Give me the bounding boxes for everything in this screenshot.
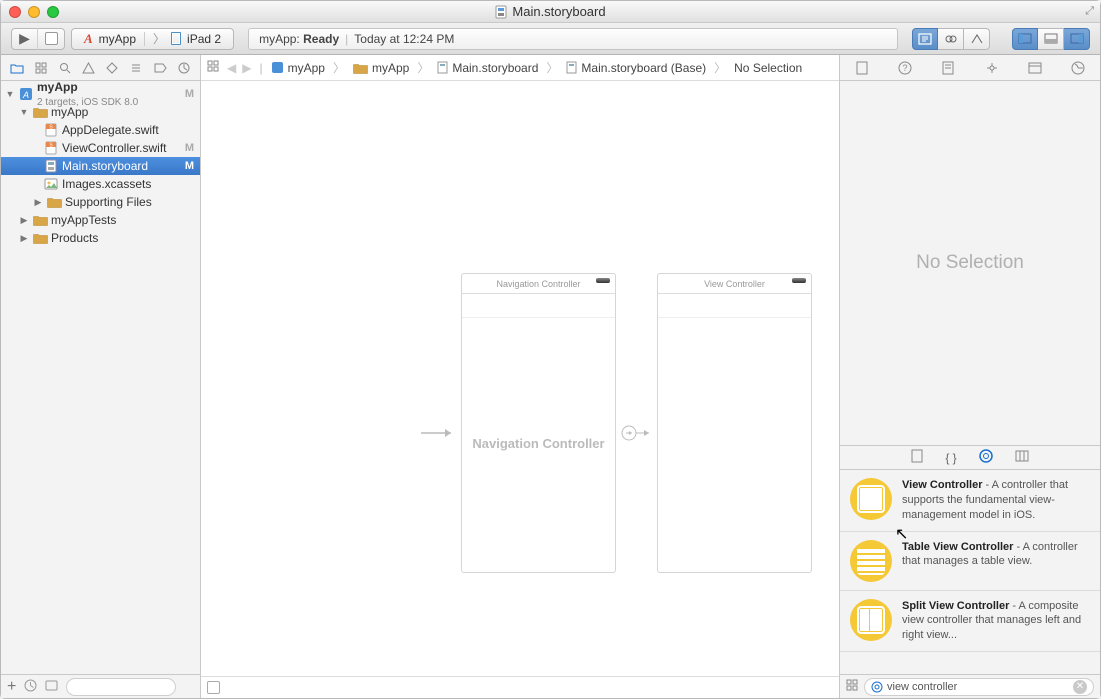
scheme-device: iPad 2 [187, 32, 221, 46]
attributes-inspector-tab[interactable] [980, 59, 1004, 77]
clear-search-button[interactable]: ✕ [1073, 680, 1087, 694]
toggle-navigator-button[interactable] [1012, 28, 1038, 50]
library-tabs: { } [840, 446, 1100, 470]
activity-status: myApp: Ready | Today at 12:24 PM [248, 28, 898, 50]
ipad-icon [171, 32, 181, 45]
jump-bar-project[interactable]: myApp [271, 61, 325, 75]
navigation-controller-scene[interactable]: Navigation Controller Navigation Control… [461, 273, 616, 573]
inspector-tabs: ? [840, 55, 1100, 81]
toggle-utilities-button[interactable] [1064, 28, 1090, 50]
connections-inspector-tab[interactable] [1066, 59, 1090, 77]
related-items-icon[interactable] [207, 60, 219, 75]
back-button[interactable]: ◀ [227, 61, 236, 75]
library-search-value: view controller [887, 681, 957, 693]
library-item-table-view-controller[interactable]: Table View Controller - A controller tha… [840, 532, 1100, 591]
symbol-navigator-tab[interactable] [32, 59, 50, 77]
jump-bar-group[interactable]: myApp [353, 61, 409, 75]
app-icon: A [84, 31, 93, 47]
jump-bar-base[interactable]: Main.storyboard (Base) [566, 61, 706, 75]
library-bottom-bar: view controller ✕ [840, 674, 1100, 698]
library-item-view-controller[interactable]: View Controller - A controller that supp… [840, 470, 1100, 532]
recent-filter-icon[interactable] [24, 679, 37, 695]
initial-vc-arrow-icon [421, 423, 459, 443]
media-library-tab[interactable] [1015, 450, 1029, 465]
identity-inspector-tab[interactable] [936, 59, 960, 77]
svg-text:?: ? [902, 63, 907, 73]
navigator-panel: ▼ A myApp2 targets, iOS SDK 8.0 M ▼myApp… [1, 55, 201, 698]
group-myapptests[interactable]: ▶myAppTests [1, 211, 200, 229]
group-myapp[interactable]: ▼myApp [1, 103, 200, 121]
object-library: View Controller - A controller that supp… [840, 470, 1100, 674]
project-tree: ▼ A myApp2 targets, iOS SDK 8.0 M ▼myApp… [1, 81, 200, 674]
window-title: Main.storyboard [1, 4, 1100, 19]
file-images-xcassets[interactable]: Images.xcassets [1, 175, 200, 193]
view-controller-scene[interactable]: View Controller [657, 273, 812, 573]
navigator-filter-bar: + [1, 674, 200, 698]
file-inspector-tab[interactable] [850, 59, 874, 77]
navigator-filter-field[interactable] [66, 678, 176, 696]
debug-navigator-tab[interactable] [127, 59, 145, 77]
issue-navigator-tab[interactable] [80, 59, 98, 77]
file-main-storyboard[interactable]: Main.storyboardM [1, 157, 200, 175]
titlebar: Main.storyboard ⤢ [1, 1, 1100, 23]
view-panels-segmented[interactable] [1012, 28, 1090, 50]
object-library-tab[interactable] [979, 449, 993, 466]
utilities-panel: ? No Selection { } View Controller - A c… [840, 55, 1100, 698]
jump-bar-file[interactable]: Main.storyboard [437, 61, 538, 75]
toolbar: ▶ A myApp 〉 iPad 2 myApp: Ready | Today … [1, 23, 1100, 55]
library-view-mode-icon[interactable] [846, 679, 858, 694]
code-snippet-library-tab[interactable]: { } [945, 451, 956, 465]
add-button[interactable]: + [7, 678, 16, 696]
library-item-split-view-controller[interactable]: Split View Controller - A composite view… [840, 591, 1100, 653]
file-template-library-tab[interactable] [911, 449, 923, 466]
project-node[interactable]: ▼ A myApp2 targets, iOS SDK 8.0 M [1, 85, 200, 103]
scheme-target: myApp [99, 32, 136, 46]
find-navigator-tab[interactable] [56, 59, 74, 77]
canvas-bottom-bar [201, 676, 839, 698]
inspector-no-selection: No Selection [840, 81, 1100, 446]
navigator-tabs [1, 55, 200, 81]
breakpoint-navigator-tab[interactable] [151, 59, 169, 77]
jump-bar-selection[interactable]: No Selection [734, 61, 802, 75]
storyboard-doc-icon [495, 5, 507, 19]
standard-editor-button[interactable] [912, 28, 938, 50]
size-inspector-tab[interactable] [1023, 59, 1047, 77]
group-supporting-files[interactable]: ▶Supporting Files [1, 193, 200, 211]
scm-filter-icon[interactable] [45, 680, 58, 694]
scope-icon [871, 681, 883, 693]
file-viewcontroller[interactable]: SViewController.swiftM [1, 139, 200, 157]
fullscreen-icon[interactable]: ⤢ [1085, 5, 1094, 18]
version-editor-button[interactable] [964, 28, 990, 50]
project-navigator-tab[interactable] [8, 59, 26, 77]
document-outline-toggle[interactable] [207, 681, 220, 694]
report-navigator-tab[interactable] [175, 59, 193, 77]
scene-title: Navigation Controller [462, 274, 615, 294]
editor-area: ◀ ▶ | myApp 〉 myApp 〉 Main.storyboard 〉 … [201, 55, 840, 698]
svg-text:A: A [22, 90, 29, 100]
test-navigator-tab[interactable] [103, 59, 121, 77]
nav-controller-placeholder: Navigation Controller [462, 318, 615, 568]
scene-title: View Controller [658, 274, 811, 294]
stop-button[interactable] [38, 28, 64, 50]
toggle-debug-button[interactable] [1038, 28, 1064, 50]
view-controller-icon [850, 478, 892, 520]
scheme-selector[interactable]: A myApp 〉 iPad 2 [71, 28, 234, 50]
run-button[interactable]: ▶ [12, 28, 38, 50]
storyboard-canvas[interactable]: Navigation Controller Navigation Control… [201, 81, 839, 698]
jump-bar[interactable]: ◀ ▶ | myApp 〉 myApp 〉 Main.storyboard 〉 … [201, 55, 839, 81]
split-view-controller-icon [850, 599, 892, 641]
group-products[interactable]: ▶Products [1, 229, 200, 247]
forward-button[interactable]: ▶ [242, 61, 251, 75]
editor-mode-segmented[interactable] [912, 28, 990, 50]
segue-arrow-icon[interactable] [619, 419, 655, 447]
table-view-controller-icon [850, 540, 892, 582]
file-appdelegate[interactable]: SAppDelegate.swift [1, 121, 200, 139]
assistant-editor-button[interactable] [938, 28, 964, 50]
quick-help-tab[interactable]: ? [893, 59, 917, 77]
library-search-field[interactable]: view controller ✕ [864, 678, 1094, 696]
